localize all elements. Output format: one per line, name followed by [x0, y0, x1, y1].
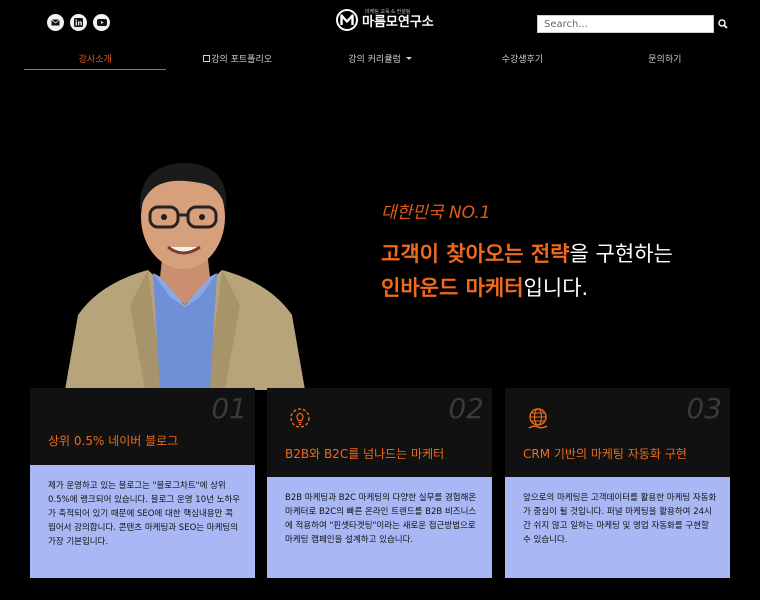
mail-icon[interactable]	[47, 14, 64, 31]
nav-label: 강사소개	[78, 54, 112, 65]
hero-line-1: 고객이 찾아오는 전략을 구현하는	[381, 237, 673, 271]
feature-card-2: 02 B2B와 B2C를 넘나드는 마케터 B2B 마케팅과 B2C 마케팅의 …	[267, 388, 492, 578]
hero-text: 대한민국 NO.1 고객이 찾아오는 전략을 구현하는 인바운드 마케터입니다.	[381, 198, 673, 305]
nav-item-portfolio[interactable]: 강의 포트폴리오	[166, 46, 308, 70]
gear-bulb-icon	[290, 408, 310, 428]
card-header: 01 상위 0.5% 네이버 블로그	[30, 388, 255, 465]
card-title: 상위 0.5% 네이버 블로그	[48, 434, 179, 448]
hero-tag: 대한민국 NO.1	[381, 203, 491, 223]
nav-item-instructor[interactable]: 강사소개	[24, 46, 167, 70]
nav-label: 강의 포트폴리오	[211, 54, 273, 65]
search-button[interactable]	[714, 15, 731, 33]
card-header: 02 B2B와 B2C를 넘나드는 마케터	[267, 388, 492, 477]
linkedin-icon[interactable]	[70, 14, 87, 31]
hero-line-2: 인바운드 마케터입니다.	[381, 271, 673, 305]
site-logo[interactable]: 마케팅 교육 & 컨설팅 마름모연구소	[335, 8, 434, 32]
main-nav: 강사소개 강의 포트폴리오 강의 커리큘럼 수강생후기 문의하기	[24, 46, 736, 70]
hero-highlight-1: 고객이 찾아오는 전략	[381, 242, 570, 266]
nav-label: 문의하기	[648, 54, 682, 65]
nav-label: 강의 커리큘럼	[348, 54, 401, 65]
chevron-down-icon	[405, 56, 412, 60]
search-input[interactable]	[537, 15, 714, 33]
header: 마케팅 교육 & 컨설팅 마름모연구소	[0, 0, 760, 46]
card-title: CRM 기반의 마케팅 자동화 구현	[523, 447, 687, 461]
logo-mark-icon	[336, 9, 358, 31]
nav-item-curriculum[interactable]: 강의 커리큘럼	[309, 46, 451, 70]
search-icon	[717, 19, 728, 29]
social-links	[47, 14, 110, 31]
instructor-photo	[65, 163, 305, 390]
search-bar	[537, 15, 731, 33]
card-body: 제가 운영하고 있는 블로그는 "블로그차트"에 상위 0.5%에 랭크되어 있…	[30, 465, 255, 578]
hero-rest-1: 을 구현하는	[569, 242, 673, 266]
globe-hand-icon	[528, 408, 548, 429]
nav-item-reviews[interactable]: 수강생후기	[451, 46, 593, 70]
nav-item-contact[interactable]: 문의하기	[594, 46, 736, 70]
card-number: 01	[211, 392, 247, 425]
youtube-icon[interactable]	[93, 14, 110, 31]
card-body: 앞으로의 마케팅은 고객데이터를 활용한 마케팅 자동화가 중심이 될 것입니다…	[505, 477, 730, 578]
nav-label: 수강생후기	[501, 54, 544, 65]
hero-rest-2: 입니다.	[523, 276, 589, 300]
hero-highlight-2: 인바운드 마케터	[381, 276, 524, 300]
card-number: 02	[448, 392, 484, 425]
feature-card-3: 03 CRM 기반의 마케팅 자동화 구현 앞으로의 마케팅은 고객데이터를 활…	[505, 388, 730, 578]
card-number: 03	[686, 392, 722, 425]
card-header: 03 CRM 기반의 마케팅 자동화 구현	[505, 388, 730, 477]
logo-name: 마름모연구소	[362, 15, 434, 30]
card-body: B2B 마케팅과 B2C 마케팅의 다양한 실무를 경험해온 마케터로 B2C의…	[267, 477, 492, 578]
card-title: B2B와 B2C를 넘나드는 마케터	[285, 447, 445, 461]
feature-card-1: 01 상위 0.5% 네이버 블로그 제가 운영하고 있는 블로그는 "블로그차…	[30, 388, 255, 578]
checkbox-icon	[203, 54, 211, 62]
logo-text: 마케팅 교육 & 컨설팅 마름모연구소	[362, 9, 434, 31]
